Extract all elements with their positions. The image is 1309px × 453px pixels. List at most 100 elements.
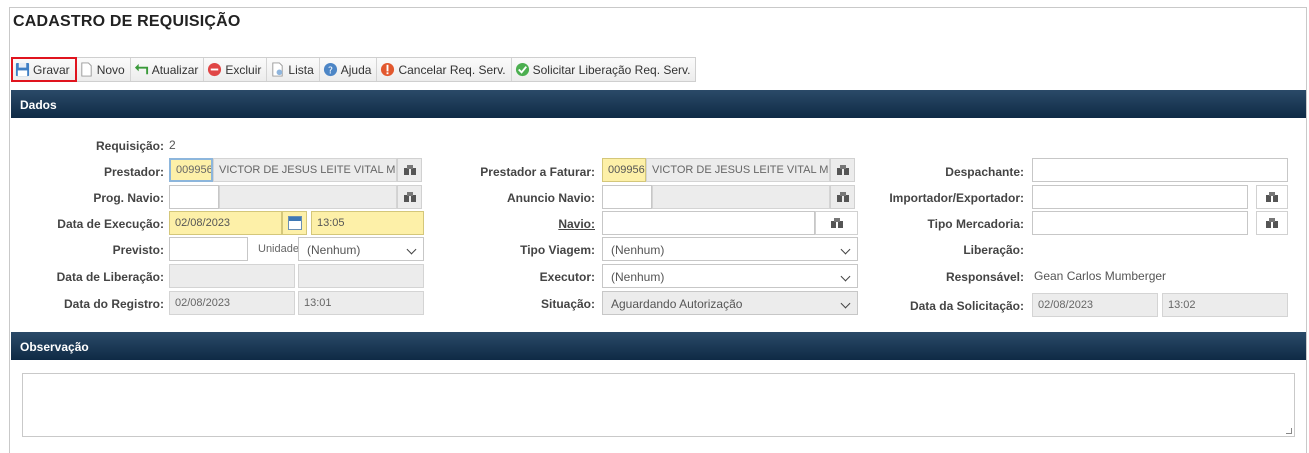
responsavel-value: Gean Carlos Mumberger <box>1034 269 1167 283</box>
despachante-label: Despachante: <box>945 165 1024 179</box>
tipo-viagem-select[interactable]: (Nenhum) <box>602 237 858 261</box>
section-header-observacao: Observação <box>11 332 1306 360</box>
prestador-faturar-lookup-button[interactable] <box>830 158 855 182</box>
list-label: Lista <box>288 62 314 77</box>
navio-lookup-button[interactable] <box>815 211 858 235</box>
executor-label: Executor: <box>539 270 595 284</box>
prog-navio-description-field <box>219 185 397 209</box>
refresh-label: Atualizar <box>151 62 199 77</box>
refresh-button[interactable]: Atualizar <box>131 58 205 81</box>
situacao-label: Situação: <box>540 297 595 311</box>
delete-button[interactable]: Excluir <box>204 58 268 81</box>
executor-select[interactable]: (Nenhum) <box>602 264 858 288</box>
binoculars-icon <box>836 165 849 175</box>
prestador-code-input[interactable]: 009956 <box>169 158 213 182</box>
help-button[interactable]: ? Ajuda <box>320 58 378 81</box>
data-execucao-label: Data de Execução: <box>57 217 164 231</box>
prestador-label: Prestador: <box>103 165 164 179</box>
cancel-icon <box>381 62 395 77</box>
prestador-faturar-code-input[interactable]: 009956 <box>602 158 646 182</box>
data-registro-time-field: 13:01 <box>298 291 424 315</box>
unidade-selected-value: (Nenhum) <box>307 243 361 257</box>
page-title: CADASTRO DE REQUISIÇÃO <box>13 13 241 30</box>
previsto-label: Previsto: <box>112 243 164 257</box>
despachante-input[interactable] <box>1032 158 1288 182</box>
data-liberacao-label: Data de Liberação: <box>56 270 164 284</box>
binoculars-icon <box>403 192 416 202</box>
responsavel-label: Responsável: <box>945 270 1024 284</box>
prog-navio-input[interactable] <box>169 185 219 209</box>
anuncio-navio-description-field <box>652 185 830 209</box>
save-label: Gravar <box>33 62 70 77</box>
tipo-mercadoria-lookup-button[interactable] <box>1256 211 1288 235</box>
importador-lookup-button[interactable] <box>1256 185 1288 209</box>
save-icon <box>15 62 30 77</box>
list-button[interactable]: Lista <box>267 58 320 81</box>
request-release-button[interactable]: Solicitar Liberação Req. Serv. <box>512 58 696 81</box>
calendar-button[interactable] <box>282 211 307 235</box>
prestador-name-field: VICTOR DE JESUS LEITE VITAL ME <box>213 158 397 182</box>
prestador-faturar-label: Prestador a Faturar: <box>480 165 595 179</box>
new-button[interactable]: Novo <box>76 58 131 81</box>
refresh-icon <box>134 63 148 75</box>
navio-input[interactable] <box>602 211 815 235</box>
chevron-down-icon <box>840 298 851 309</box>
data-solicitacao-time-field: 13:02 <box>1162 293 1288 317</box>
prestador-lookup-button[interactable] <box>397 158 422 182</box>
data-registro-date-field: 02/08/2023 <box>169 291 295 315</box>
section-header-dados: Dados <box>11 90 1306 118</box>
delete-label: Excluir <box>225 62 262 77</box>
help-icon: ? <box>323 62 337 76</box>
save-button[interactable]: Gravar <box>11 57 77 82</box>
binoculars-icon <box>1266 218 1278 228</box>
data-solicitacao-label: Data da Solicitação: <box>909 299 1024 313</box>
binoculars-icon <box>830 218 843 228</box>
binoculars-icon <box>403 165 416 175</box>
prestador-faturar-name-field: VICTOR DE JESUS LEITE VITAL ME <box>646 158 830 182</box>
previsto-input[interactable] <box>169 237 248 261</box>
chevron-down-icon <box>406 244 417 255</box>
data-execucao-time-input[interactable]: 13:05 <box>311 211 424 235</box>
binoculars-icon <box>836 192 849 202</box>
requisicao-label: Requisição: <box>95 139 164 153</box>
chevron-down-icon <box>840 244 851 255</box>
anuncio-navio-label: Anuncio Navio: <box>506 191 595 205</box>
check-icon <box>515 62 529 77</box>
situacao-select: Aguardando Autorização <box>602 291 858 315</box>
data-liberacao-time-field <box>298 264 424 288</box>
importador-exportador-input[interactable] <box>1032 185 1248 209</box>
list-icon <box>272 62 284 77</box>
calendar-icon <box>287 216 302 230</box>
data-solicitacao-date-field: 02/08/2023 <box>1032 293 1158 317</box>
navio-label[interactable]: Navio: <box>558 217 595 231</box>
prog-navio-lookup-button[interactable] <box>397 185 422 209</box>
unidade-select[interactable]: (Nenhum) <box>298 237 424 261</box>
data-execucao-date-input[interactable]: 02/08/2023 <box>169 211 282 235</box>
chevron-down-icon <box>840 271 851 282</box>
unidade-label: Unidade <box>258 243 299 255</box>
data-registro-label: Data do Registro: <box>63 297 164 311</box>
request-release-label: Solicitar Liberação Req. Serv. <box>532 62 691 77</box>
observacao-textarea[interactable] <box>22 373 1295 437</box>
requisicao-value: 2 <box>169 138 176 152</box>
cancel-request-button[interactable]: Cancelar Req. Serv. <box>377 58 512 81</box>
data-liberacao-date-field <box>169 264 295 288</box>
binoculars-icon <box>1266 192 1278 202</box>
anuncio-navio-lookup-button[interactable] <box>830 185 855 209</box>
tipo-viagem-label: Tipo Viagem: <box>520 243 595 257</box>
help-label: Ajuda <box>340 62 372 77</box>
new-document-icon <box>81 62 92 77</box>
new-label: Novo <box>96 62 125 77</box>
toolbar: Gravar Novo Atualizar Excluir Lista ? Aj… <box>11 57 697 82</box>
cancel-request-label: Cancelar Req. Serv. <box>398 62 506 77</box>
anuncio-navio-input[interactable] <box>602 185 652 209</box>
importador-exportador-label: Importador/Exportador: <box>889 191 1024 205</box>
resize-grip-icon[interactable] <box>1286 428 1292 434</box>
delete-icon <box>208 62 222 77</box>
situacao-selected-value: Aguardando Autorização <box>611 297 743 311</box>
tipo-mercadoria-label: Tipo Mercadoria: <box>927 217 1024 231</box>
tipo-mercadoria-input[interactable] <box>1032 211 1248 235</box>
liberacao-label: Liberação: <box>963 243 1024 257</box>
executor-selected-value: (Nenhum) <box>611 270 665 284</box>
svg-text:?: ? <box>328 65 333 76</box>
